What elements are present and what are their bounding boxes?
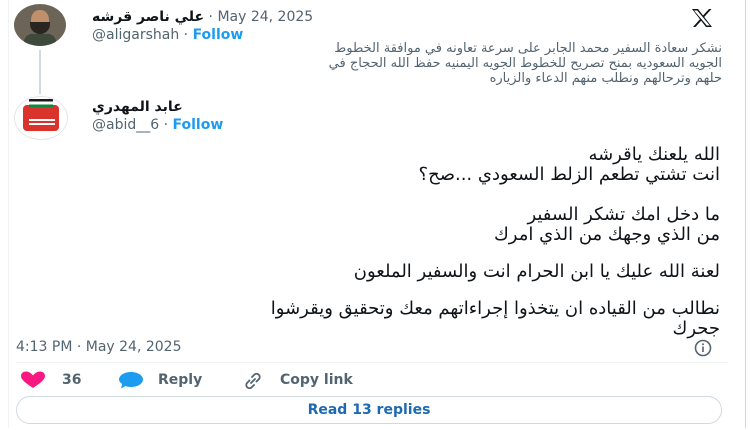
heart-icon: [21, 371, 45, 388]
reply-timestamp[interactable]: 4:13 PM · May 24, 2025: [16, 339, 182, 355]
reply-label: Reply: [158, 372, 203, 388]
copy-link-label: Copy link: [280, 372, 353, 388]
reply-author-handle[interactable]: @abid__6: [92, 117, 159, 133]
reply-author-name[interactable]: عابد المهدري: [92, 99, 183, 115]
link-icon: [245, 372, 261, 390]
divider: [16, 362, 728, 363]
reply-body-line: لعنة الله عليك يا ابن الحرام انت والسفير…: [353, 261, 720, 282]
reply-author-line: عابد المهدري: [92, 99, 183, 115]
original-tweet-date[interactable]: May 24, 2025: [217, 9, 313, 25]
reply-body-line: ما دخل امك تشكر السفير: [527, 204, 720, 225]
follow-button-reply[interactable]: Follow: [173, 117, 224, 133]
info-icon[interactable]: [694, 339, 712, 357]
reply-body-line: الله يلعنك ياقرشه: [588, 144, 720, 165]
like-count: 36: [62, 372, 82, 388]
read-replies-button[interactable]: Read 13 replies: [16, 396, 722, 424]
quoted-text-line: حلهم وترحالهم ونطلب منهم الدعاء والزياره: [489, 71, 722, 86]
avatar-reply-author[interactable]: [14, 96, 68, 140]
reply-body-line: انت تشتي تطعم الزلط السعودي ...صح؟: [418, 164, 720, 185]
original-author-line: علي ناصر قرشه · May 24, 2025: [92, 9, 313, 25]
reply-author-handle-line: @abid__6 · Follow: [92, 117, 224, 133]
reply-body-line: جحرك: [672, 318, 720, 339]
x-logo-icon[interactable]: [690, 8, 714, 28]
reply-body-line: من الذي وجهك من الذي امرك: [493, 224, 720, 245]
separator: ·: [204, 9, 218, 25]
reply-body-line: نطالب من القياده ان يتخذوا إجراءاتهم معك…: [270, 298, 720, 319]
reply-bubble-icon: [119, 372, 143, 389]
quoted-text-line: نشكر سعادة السفير محمد الجابر على سرعة ت…: [334, 41, 722, 56]
thread-connector-line: [39, 50, 41, 94]
avatar-original-author[interactable]: [14, 4, 66, 46]
original-author-name[interactable]: علي ناصر قرشه: [92, 9, 204, 25]
quoted-text-line: الجويه السعوديه بمنح تصريح للخطوط الجويه…: [328, 56, 722, 71]
